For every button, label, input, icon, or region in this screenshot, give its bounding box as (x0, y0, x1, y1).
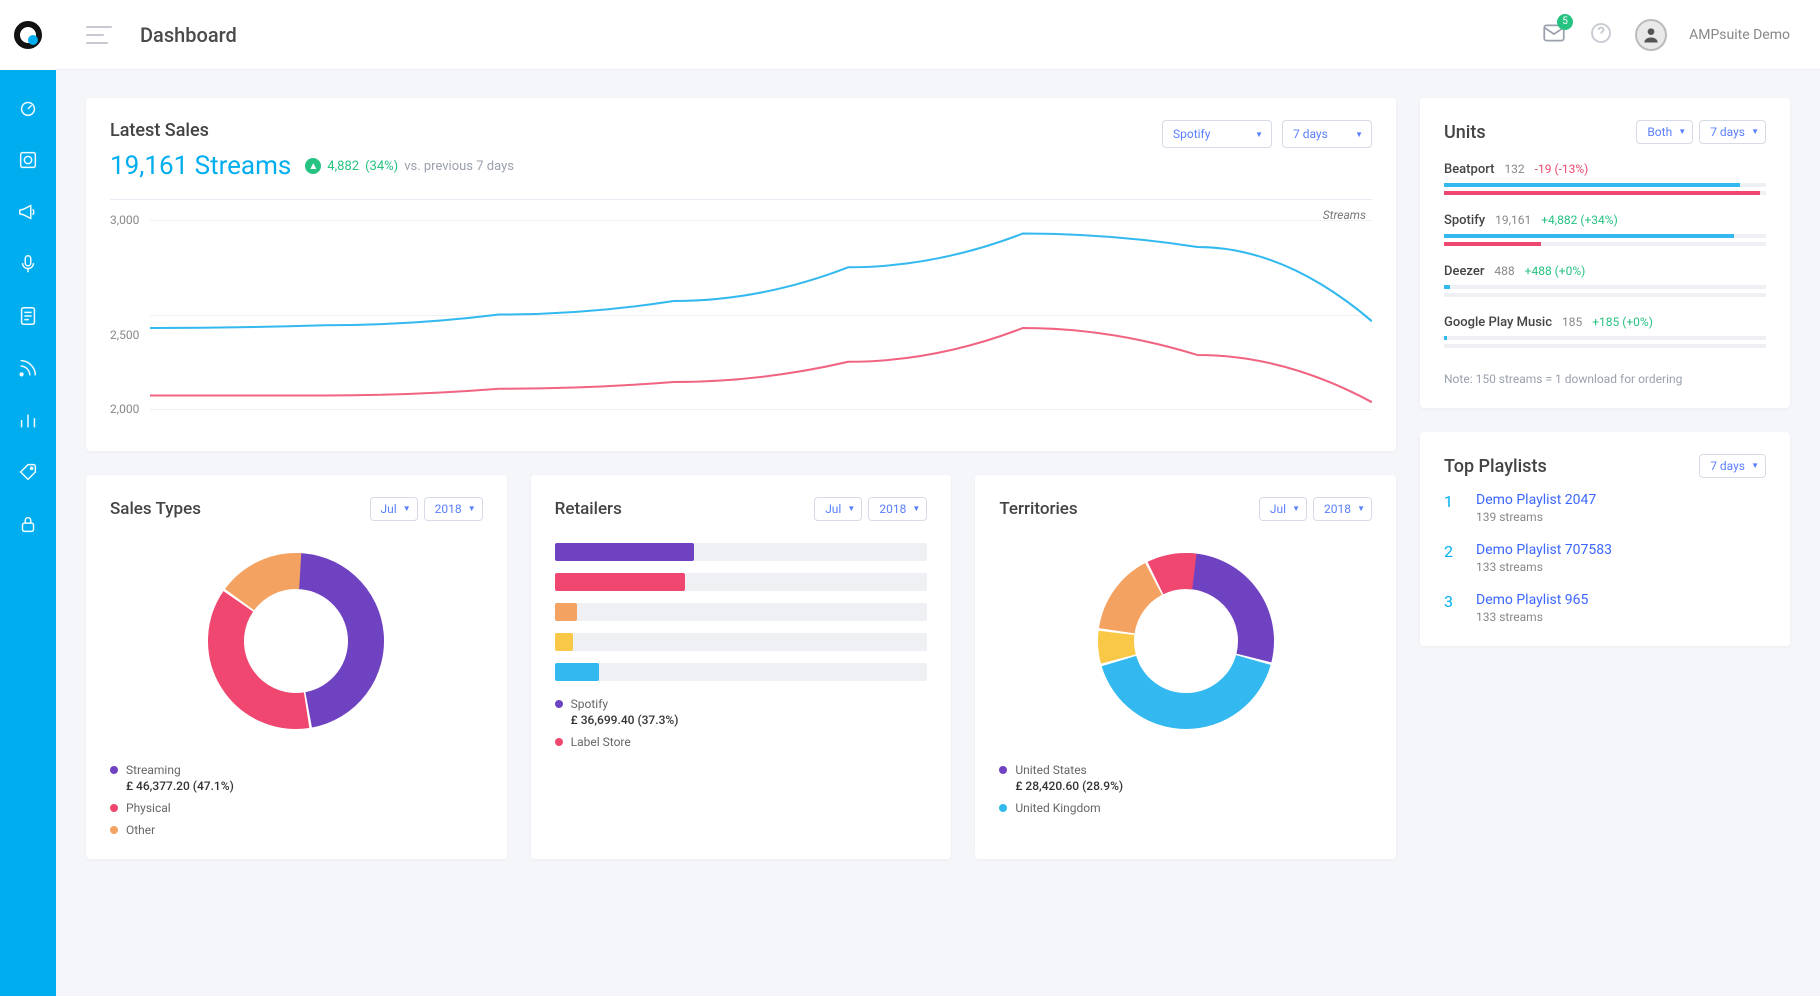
y-label-2500: 2,500 (110, 328, 139, 342)
legend-item: Streaming£ 46,377.20 (47.1%) (110, 763, 483, 793)
sales-types-year-select[interactable]: 2018 (424, 497, 483, 521)
retailers-month-select[interactable]: Jul (814, 497, 862, 521)
retailers-year-select[interactable]: 2018 (868, 497, 927, 521)
retailer-bar (555, 603, 928, 621)
units-row: Google Play Music 185 +185 (+0%) (1444, 315, 1766, 348)
latest-sales-chart: Streams 3,000 2,500 2,000 (110, 199, 1372, 429)
menu-toggle[interactable] (86, 26, 112, 44)
retailer-bar (555, 663, 928, 681)
retailer-bar (555, 573, 928, 591)
legend-item: Physical (110, 801, 483, 815)
sales-types-title: Sales Types (110, 499, 201, 519)
megaphone-icon[interactable] (16, 200, 40, 224)
gauge-icon[interactable] (16, 96, 40, 120)
territories-month-select[interactable]: Jul (1259, 497, 1307, 521)
report-icon[interactable] (16, 304, 40, 328)
top-playlists-title: Top Playlists (1444, 456, 1547, 477)
arrow-up-icon: ▲ (305, 158, 321, 174)
legend-item: Spotify£ 36,699.40 (37.3%) (555, 697, 928, 727)
source-select[interactable]: Spotify (1162, 120, 1272, 148)
legend-item: United States£ 28,420.60 (28.9%) (999, 763, 1372, 793)
y-label-2000: 2,000 (110, 402, 139, 416)
sales-types-card: Sales Types Jul 2018 Streaming£ 46,377.2… (86, 475, 507, 859)
units-card: Units Both 7 days Beatport 132 -19 (-13%… (1420, 98, 1790, 408)
delta-value: 4,882 (327, 159, 359, 174)
latest-sales-headline: 19,161 Streams ▲ 4,882 (34%) vs. previou… (110, 151, 514, 181)
legend-item: Other (110, 823, 483, 837)
lock-icon[interactable] (16, 512, 40, 536)
delta-pct: (34%) (365, 159, 398, 174)
top-playlists-card: Top Playlists 7 days 1 Demo Playlist 204… (1420, 432, 1790, 646)
latest-sales-value: 19,161 Streams (110, 151, 291, 181)
latest-sales-delta: ▲ 4,882 (34%) vs. previous 7 days (305, 158, 514, 174)
territories-title: Territories (999, 499, 1077, 519)
range-select-value: 7 days (1293, 127, 1328, 141)
units-title: Units (1444, 122, 1486, 143)
page-title: Dashboard (140, 23, 237, 47)
playlist-item[interactable]: 3 Demo Playlist 965133 streams (1444, 592, 1766, 624)
logo[interactable] (0, 0, 56, 70)
legend-item: Label Store (555, 735, 928, 749)
topbar: Dashboard 5 AMPsuite Demo (56, 0, 1820, 70)
retailers-card: Retailers Jul 2018 Spotify£ 36,699.40 (3… (531, 475, 952, 859)
playlists-range-select[interactable]: 7 days (1699, 454, 1766, 478)
username: AMPsuite Demo (1689, 27, 1790, 43)
legend-item: United Kingdom (999, 801, 1372, 815)
mail-badge: 5 (1557, 14, 1573, 30)
units-type-select[interactable]: Both (1636, 120, 1693, 144)
range-select[interactable]: 7 days (1282, 120, 1372, 148)
sales-types-month-select[interactable]: Jul (370, 497, 418, 521)
bars-icon[interactable] (16, 408, 40, 432)
rss-icon[interactable] (16, 356, 40, 380)
mail-icon[interactable]: 5 (1541, 20, 1567, 50)
playlist-item[interactable]: 2 Demo Playlist 707583133 streams (1444, 542, 1766, 574)
sidebar (0, 0, 56, 996)
latest-sales-title: Latest Sales (110, 120, 514, 141)
playlist-item[interactable]: 1 Demo Playlist 2047139 streams (1444, 492, 1766, 524)
territories-donut (1086, 541, 1286, 741)
retailers-title: Retailers (555, 499, 622, 519)
units-row: Beatport 132 -19 (-13%) (1444, 162, 1766, 195)
retailer-bar (555, 543, 928, 561)
sales-types-donut (196, 541, 396, 741)
territories-year-select[interactable]: 2018 (1313, 497, 1372, 521)
latest-sales-card: Latest Sales 19,161 Streams ▲ 4,882 (34%… (86, 98, 1396, 451)
territories-card: Territories Jul 2018 United States£ 28,4… (975, 475, 1396, 859)
mic-icon[interactable] (16, 252, 40, 276)
delta-vs: vs. previous 7 days (404, 159, 514, 174)
tag-icon[interactable] (16, 460, 40, 484)
y-label-3000: 3,000 (110, 213, 139, 227)
retailer-bar (555, 633, 928, 651)
avatar[interactable] (1635, 19, 1667, 51)
units-row: Deezer 488 +488 (+0%) (1444, 264, 1766, 297)
units-range-select[interactable]: 7 days (1699, 120, 1766, 144)
disc-icon[interactable] (16, 148, 40, 172)
source-select-value: Spotify (1173, 127, 1210, 141)
help-icon[interactable] (1589, 21, 1613, 49)
units-row: Spotify 19,161 +4,882 (+34%) (1444, 213, 1766, 246)
units-note: Note: 150 streams = 1 download for order… (1444, 372, 1766, 386)
